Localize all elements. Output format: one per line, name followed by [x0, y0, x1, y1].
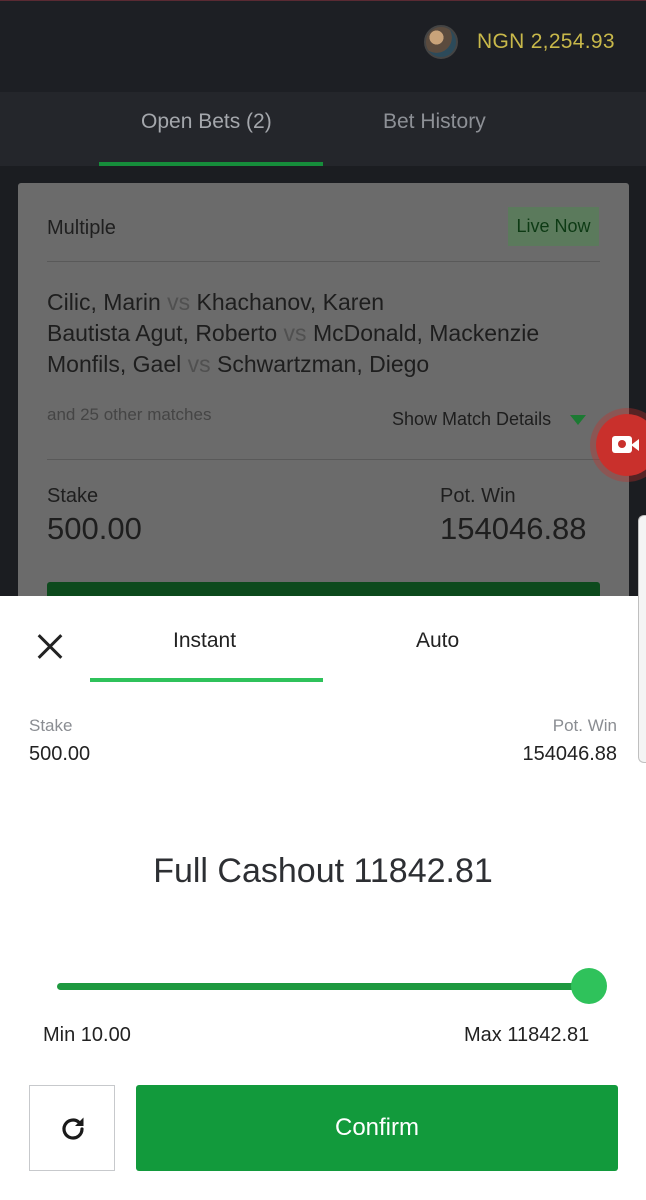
home-player: Monfils, Gael: [47, 351, 182, 377]
stake-label: Stake: [47, 485, 99, 507]
cashout-slider-thumb[interactable]: [571, 968, 607, 1004]
edge-panel-handle[interactable]: [638, 515, 646, 763]
full-cashout-amount: Full Cashout 11842.81: [153, 852, 493, 890]
divider: [47, 261, 600, 262]
other-matches-text: and 25 other matches: [47, 405, 212, 424]
max-label: Max 11842.81: [464, 1024, 590, 1046]
avatar[interactable]: [424, 25, 458, 59]
tab-auto[interactable]: Auto: [416, 629, 459, 653]
stake-label: Stake: [29, 716, 73, 735]
chevron-down-icon[interactable]: [570, 415, 586, 425]
tab-bet-history[interactable]: Bet History: [383, 110, 486, 134]
pot-win-label: Pot. Win: [552, 716, 617, 735]
vs-label: vs: [283, 320, 307, 346]
match-row: Monfils, Gael vs Schwartzman, Diego: [47, 349, 539, 380]
match-row: Cilic, Marin vs Khachanov, Karen: [47, 287, 539, 318]
tab-instant[interactable]: Instant: [173, 629, 236, 653]
away-player: Schwartzman, Diego: [217, 351, 430, 377]
vs-label: vs: [167, 289, 191, 315]
pot-win-value: 154046.88: [522, 743, 617, 765]
refresh-button[interactable]: [29, 1085, 115, 1171]
cashout-slider-track[interactable]: [57, 983, 590, 990]
stake-value: 500.00: [47, 511, 142, 546]
show-match-details-link[interactable]: Show Match Details: [392, 409, 551, 430]
away-player: Khachanov, Karen: [196, 289, 385, 315]
tab-open-bets[interactable]: Open Bets (2): [141, 110, 272, 134]
bet-type: Multiple: [47, 217, 116, 239]
screen-record-icon: [612, 436, 639, 453]
active-tab-indicator: [90, 678, 323, 682]
vs-label: vs: [187, 351, 211, 377]
divider: [47, 459, 600, 460]
top-bar: NGN 2,254.93: [0, 0, 646, 92]
min-label: Min 10.00: [43, 1024, 131, 1046]
pot-win-label: Pot. Win: [440, 485, 516, 507]
match-row: Bautista Agut, Roberto vs McDonald, Mack…: [47, 318, 539, 349]
live-now-badge: Live Now: [508, 207, 599, 246]
bet-card: Multiple Live Now Cilic, Marin vs Khacha…: [18, 183, 629, 622]
stake-value: 500.00: [29, 743, 91, 765]
bets-tabs: Open Bets (2) Bet History: [0, 92, 646, 166]
close-icon[interactable]: [30, 626, 70, 666]
confirm-button[interactable]: Confirm: [136, 1085, 618, 1171]
cashout-sheet: Instant Auto Stake 500.00 Pot. Win 15404…: [0, 596, 646, 1200]
refresh-icon: [62, 1117, 84, 1140]
pot-win-value: 154046.88: [440, 511, 587, 546]
home-player: Bautista Agut, Roberto: [47, 320, 278, 346]
match-list: Cilic, Marin vs Khachanov, Karen Bautist…: [47, 287, 539, 380]
away-player: McDonald, Mackenzie: [312, 320, 540, 346]
account-balance: NGN 2,254.93: [477, 30, 615, 53]
home-player: Cilic, Marin: [47, 289, 161, 315]
